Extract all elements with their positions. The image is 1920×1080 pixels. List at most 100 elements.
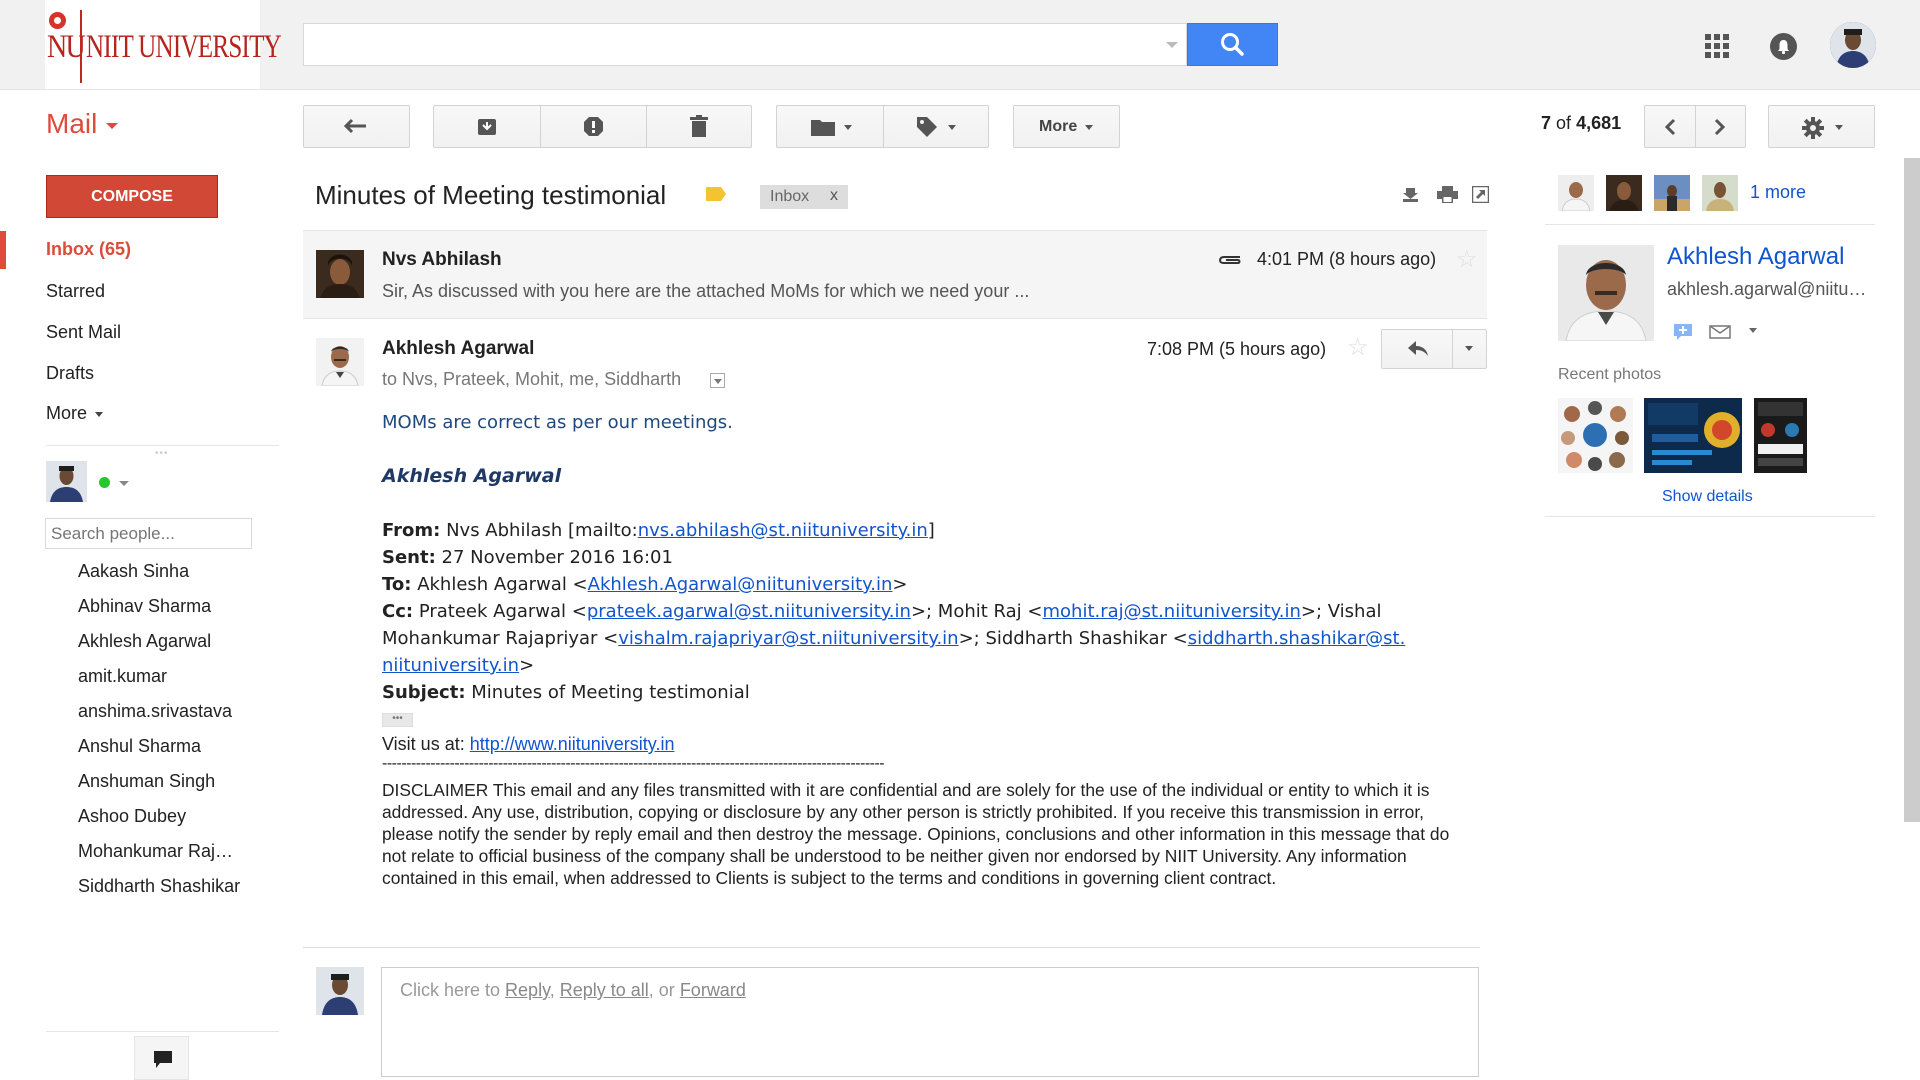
chevron-right-icon <box>1714 118 1726 136</box>
email-link[interactable]: vishalm.rajapriyar@st.niituniversity.in <box>618 628 958 649</box>
chevron-down-icon[interactable] <box>106 123 118 129</box>
email-link[interactable]: nvs.abhilash@st.niituniversity.in <box>638 520 928 541</box>
participant-thumbnail[interactable] <box>1654 175 1690 211</box>
search-button[interactable] <box>1187 23 1278 66</box>
forward-link[interactable]: Forward <box>680 980 746 1000</box>
apps-grid-icon[interactable] <box>1705 34 1730 59</box>
expand-all-icon[interactable] <box>1402 186 1419 203</box>
resize-handle-icon[interactable]: ••• <box>155 448 169 459</box>
contact-name[interactable]: Akhlesh Agarwal <box>1667 243 1844 271</box>
notifications-bell-icon[interactable] <box>1770 33 1797 60</box>
pagination-group <box>1644 105 1746 148</box>
sidebar-item-drafts[interactable]: Drafts <box>46 363 94 384</box>
contact-item[interactable]: Akhlesh Agarwal <box>78 631 211 652</box>
email-link[interactable]: Akhlesh.Agarwal@niituniversity.in <box>588 574 893 595</box>
reply-button[interactable] <box>1382 330 1452 368</box>
quick-reply-box[interactable]: Click here to Reply, Reply to all, or Fo… <box>381 967 1479 1077</box>
active-folder-marker <box>0 231 6 269</box>
report-spam-button[interactable] <box>541 106 646 147</box>
account-photo <box>1830 22 1876 68</box>
older-button[interactable] <box>1696 106 1745 147</box>
email-link[interactable]: mohit.raj@st.niituniversity.in <box>1042 601 1300 622</box>
back-arrow-icon <box>344 118 366 134</box>
settings-button[interactable] <box>1768 105 1875 148</box>
contact-item[interactable]: Mohankumar Raj… <box>78 841 233 862</box>
show-details-link[interactable]: Show details <box>1662 488 1753 506</box>
quoted-cc-text: Mohankumar Rajapriyar < <box>382 628 619 649</box>
contact-item[interactable]: Ashoo Dubey <box>78 806 186 827</box>
university-logo[interactable]: NU NIIT UNIVERSITY <box>45 0 282 89</box>
participant-thumbnail[interactable] <box>1702 175 1738 211</box>
website-link[interactable]: http://www.niituniversity.in <box>470 734 675 754</box>
labels-button[interactable] <box>884 106 988 147</box>
chevron-down-icon[interactable] <box>95 412 103 417</box>
more-reply-options-button[interactable] <box>1453 330 1486 368</box>
compose-button[interactable]: COMPOSE <box>46 175 218 218</box>
participant-thumbnail[interactable] <box>1606 175 1642 211</box>
contact-item[interactable]: Aakash Sinha <box>78 561 189 582</box>
contact-item[interactable]: anshima.srivastava <box>78 701 232 722</box>
search-people-input[interactable] <box>45 518 252 549</box>
delete-button[interactable] <box>647 106 751 147</box>
contact-item[interactable]: Siddharth Shashikar <box>78 876 240 897</box>
more-actions-button[interactable]: More <box>1013 105 1120 148</box>
chat-user-avatar[interactable] <box>46 461 87 502</box>
quoted-cc-text: >; Mohit Raj < <box>910 601 1043 622</box>
recent-photo[interactable] <box>1558 398 1633 473</box>
email-link[interactable]: niituniversity.in <box>382 655 519 676</box>
star-icon[interactable]: ☆ <box>1456 248 1478 272</box>
back-to-inbox-button[interactable] <box>303 105 410 148</box>
email-link[interactable]: prateek.agarwal@st.niituniversity.in <box>587 601 911 622</box>
remove-label-button[interactable]: x <box>830 187 838 205</box>
sidebar-item-sent-mail[interactable]: Sent Mail <box>46 322 121 343</box>
hangouts-toggle-button[interactable] <box>134 1036 189 1080</box>
quick-reply-prompt: Click here to Reply, Reply to all, or Fo… <box>400 980 746 1001</box>
sidebar-item-starred[interactable]: Starred <box>46 281 105 302</box>
more-participants-link[interactable]: 1 more <box>1750 182 1806 203</box>
search-input[interactable] <box>303 23 1187 66</box>
message-time[interactable]: 7:08 PM (5 hours ago) <box>1147 339 1326 360</box>
inbox-label-text[interactable]: Inbox <box>770 188 809 206</box>
message-sender[interactable]: Nvs Abhilash <box>382 249 502 271</box>
contact-item[interactable]: amit.kumar <box>78 666 167 687</box>
importance-marker-icon[interactable] <box>706 187 726 201</box>
chevron-down-icon[interactable] <box>1749 328 1757 333</box>
logo-mark: NU <box>47 29 86 65</box>
email-link[interactable]: siddharth.shashikar@st. <box>1188 628 1406 649</box>
newer-button[interactable] <box>1645 106 1695 147</box>
scrollbar-thumb[interactable] <box>1904 158 1920 822</box>
account-avatar[interactable] <box>1830 22 1876 68</box>
add-to-circles-icon[interactable] <box>1673 323 1693 341</box>
recent-photo[interactable] <box>1644 398 1742 473</box>
inbox-label-chip: Inbox x <box>760 185 848 209</box>
quoted-sent-text: 27 November 2016 16:01 <box>441 547 673 568</box>
reply-link[interactable]: Reply <box>505 980 550 1000</box>
sidebar-item-more[interactable]: More <box>46 403 87 424</box>
message-time[interactable]: 4:01 PM (8 hours ago) <box>1257 249 1436 270</box>
star-icon[interactable]: ☆ <box>1347 336 1369 360</box>
show-details-toggle[interactable] <box>710 373 725 388</box>
contact-profile-photo[interactable] <box>1558 245 1654 341</box>
reply-all-link[interactable]: Reply to all <box>560 980 649 1000</box>
contact-item[interactable]: Anshuman Singh <box>78 771 215 792</box>
app-switcher-mail[interactable]: Mail <box>46 108 97 140</box>
show-trimmed-content-button[interactable]: ••• <box>382 713 413 727</box>
participant-thumbnail[interactable] <box>1558 175 1594 211</box>
disclaimer-text: DISCLAIMER This email and any files tran… <box>382 780 1450 888</box>
recent-photo[interactable] <box>1754 398 1807 473</box>
search-options-arrow-icon[interactable] <box>1166 42 1178 48</box>
new-window-icon[interactable] <box>1472 186 1489 203</box>
collapsed-message[interactable]: Nvs Abhilash 4:01 PM (8 hours ago) ☆ Sir… <box>303 230 1487 319</box>
sidebar-item-inbox[interactable]: Inbox (65) <box>46 239 131 260</box>
print-icon[interactable] <box>1437 186 1458 203</box>
move-to-button[interactable] <box>777 106 883 147</box>
message-sender[interactable]: Akhlesh Agarwal <box>382 338 534 360</box>
logo-text: NIIT UNIVERSITY <box>86 29 282 65</box>
chevron-down-icon[interactable] <box>119 481 129 486</box>
contact-item[interactable]: Abhinav Sharma <box>78 596 211 617</box>
email-envelope-icon[interactable] <box>1709 325 1731 339</box>
online-status-icon[interactable] <box>99 477 110 488</box>
archive-button[interactable] <box>434 106 540 147</box>
contact-item[interactable]: Anshul Sharma <box>78 736 201 757</box>
recent-photos-heading: Recent photos <box>1558 366 1662 383</box>
